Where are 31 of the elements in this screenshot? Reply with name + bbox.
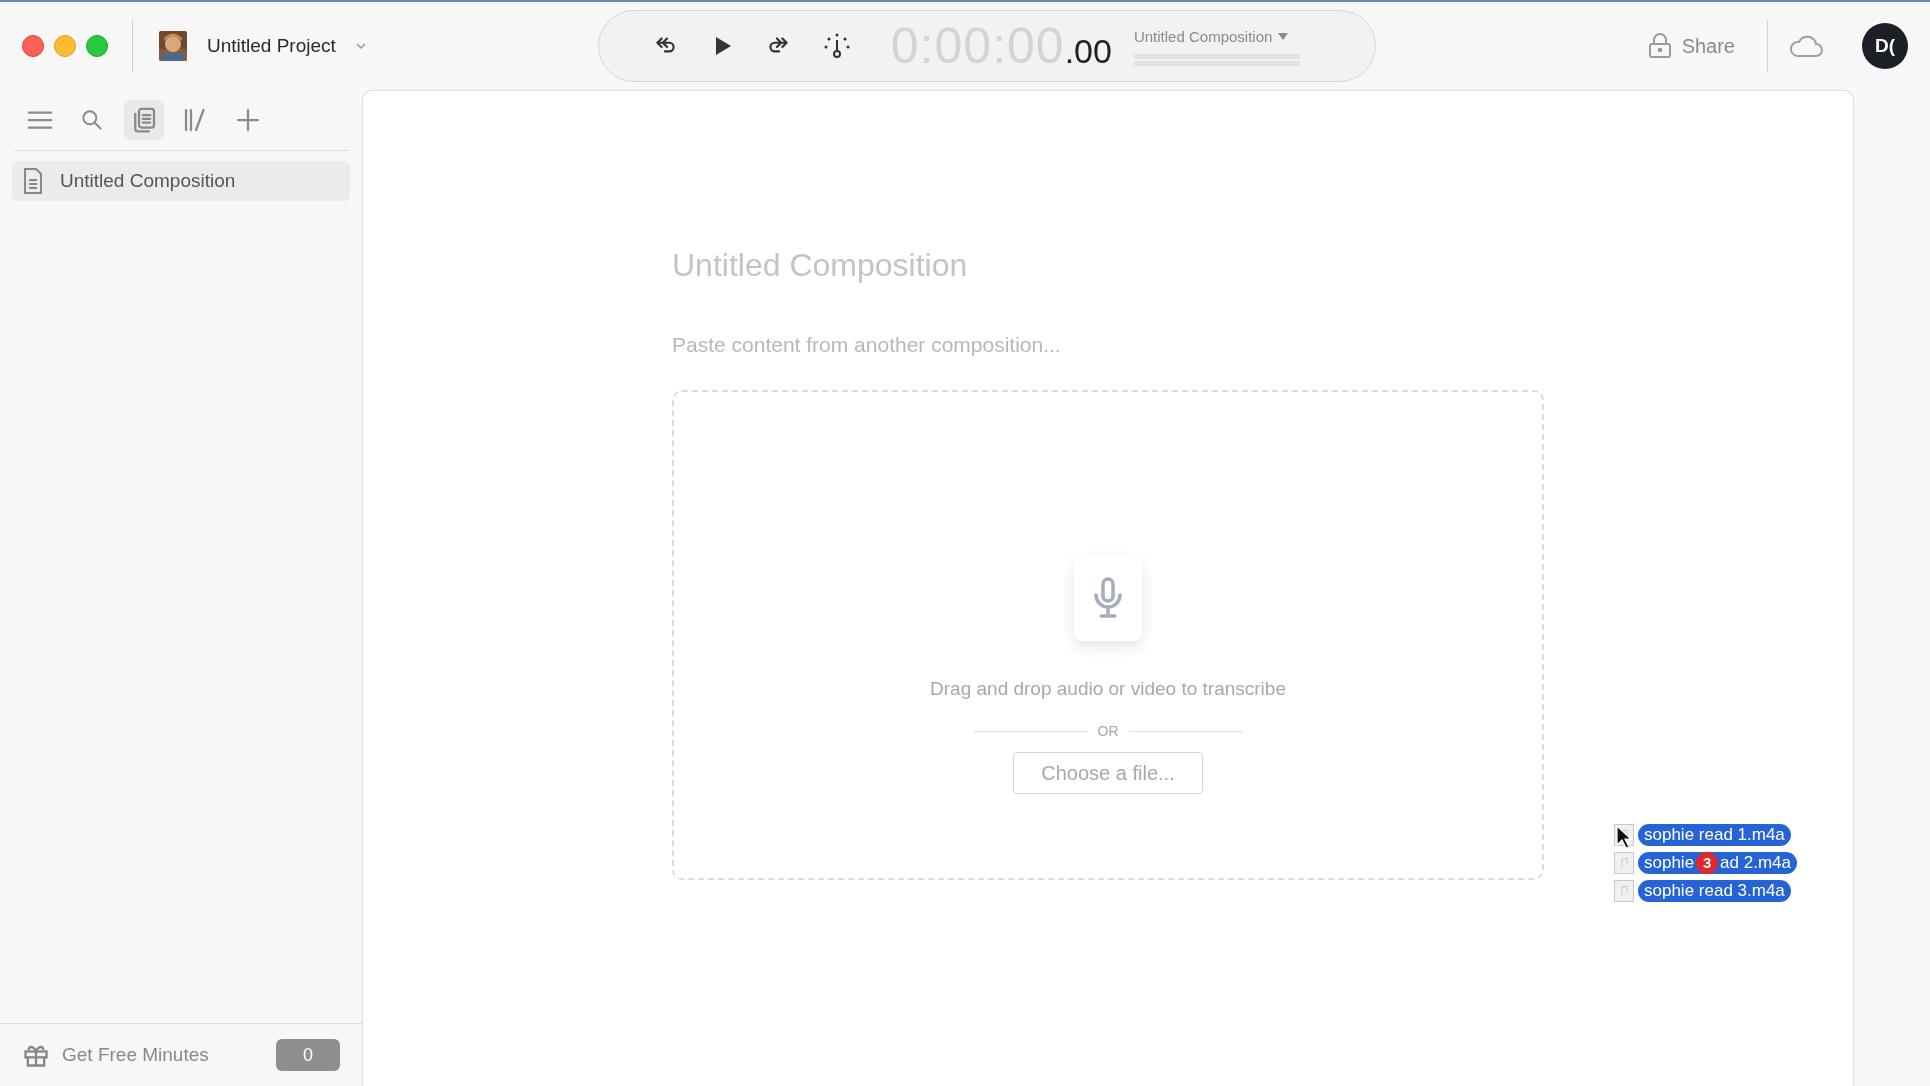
lock-icon [1647,33,1672,59]
sidebar-item[interactable]: Untitled Composition [12,161,350,201]
composition-selector[interactable]: Untitled Composition [1133,25,1273,49]
choose-file-button[interactable]: Choose a file... [1013,752,1203,794]
search-icon [79,107,105,133]
title-field[interactable]: Untitled Composition [672,241,1272,289]
minutes-count: 0 [276,1039,340,1071]
project-title: Untitled Project [207,33,336,58]
music-file-icon [1614,852,1634,874]
audio-file-icon [1074,554,1142,641]
item-label: Untitled Composition [60,168,236,193]
dragged-file-label: sophie 3 ad 2.m4a [1638,852,1797,874]
dragged-file-label: sophie read 1.m4a [1638,824,1791,846]
document-icon [22,167,44,195]
close-window-button[interactable] [22,35,44,57]
free-minutes-link[interactable]: Get Free Minutes [62,1040,209,1070]
dragged-file-label: sophie read 3.m4a [1638,880,1791,902]
user-avatar[interactable]: D( [1862,23,1908,69]
or-separator: OR [1097,722,1119,741]
minimize-window-button[interactable] [54,35,76,57]
time-fraction: .00 [1064,30,1112,72]
marker-icon[interactable] [822,32,851,60]
drop-zone[interactable]: Drag and drop audio or video to transcribe OR Choose a file... [672,389,1544,880]
zoom-window-button[interactable] [86,35,108,57]
share-button[interactable]: Share [1647,31,1735,61]
music-file-icon [1614,880,1634,902]
drop-instructions: Drag and drop audio or video to transcribe [930,676,1286,701]
toolbar-button[interactable] [124,100,164,140]
caret-icon [1278,33,1289,41]
file-count-badge: 3 [1696,852,1719,874]
content-field[interactable]: Paste content from another composition... [672,329,1272,361]
